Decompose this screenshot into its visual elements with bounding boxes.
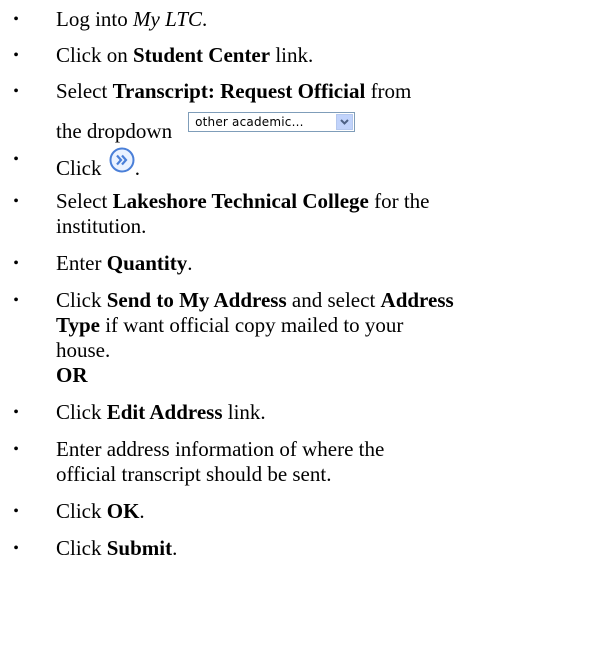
step-text: link.: [222, 400, 266, 424]
bullet: •: [13, 404, 19, 421]
bullet: •: [13, 540, 19, 557]
step-text: Select: [56, 189, 113, 213]
step-text: Log into: [56, 7, 133, 31]
step-bold: Lakeshore Technical College: [112, 189, 369, 213]
bullet: •: [13, 255, 19, 272]
step-text: Enter address information of where the: [56, 437, 385, 461]
step-bold: Edit Address: [106, 400, 223, 424]
bullet: •: [13, 47, 19, 64]
step-bold: Student Center: [133, 43, 271, 67]
step-text: Click on: [56, 43, 133, 67]
step-text: and select: [286, 288, 381, 312]
bullet: •: [13, 11, 19, 28]
step-select-college: • Select Lakeshore Technical College for…: [0, 189, 616, 239]
instructions-document: • Log into My LTC. • Click on Student Ce…: [0, 0, 616, 653]
step-text: Click: [56, 400, 107, 424]
step-enter-quantity: • Enter Quantity.: [0, 251, 616, 276]
step-select-transcript: • Select Transcript: Request Official fr…: [0, 79, 616, 145]
dropdown-value: other academic...: [195, 115, 304, 129]
bullet: •: [13, 193, 19, 210]
double-chevron-right-icon[interactable]: [109, 147, 135, 173]
step-text: Click: [56, 536, 107, 560]
chevron-down-icon: [340, 119, 349, 125]
step-text: Click: [56, 156, 107, 180]
step-text: .: [202, 7, 208, 31]
step-text: .: [172, 536, 178, 560]
step-text: the dropdown: [56, 119, 173, 143]
step-text: from: [365, 79, 412, 103]
step-text: Enter: [56, 251, 107, 275]
step-click-ok: • Click OK.: [0, 499, 616, 524]
step-edit-address: • Click Edit Address link.: [0, 400, 616, 425]
step-bold: OK: [106, 499, 140, 523]
step-text: institution.: [56, 214, 147, 238]
step-text: .: [134, 156, 140, 180]
bullet: •: [13, 441, 19, 458]
step-bold: Submit: [106, 536, 173, 560]
step-bold: Transcript: Request Official: [112, 79, 366, 103]
or-label: OR: [56, 363, 88, 387]
step-text: if want official copy mailed to your: [99, 313, 404, 337]
step-click-go: • Click .: [0, 147, 616, 181]
step-enter-address-info: • Enter address information of where the…: [0, 437, 616, 487]
step-text: official transcript should be sent.: [56, 462, 332, 486]
step-text: .: [139, 499, 145, 523]
other-academic-dropdown[interactable]: other academic...: [188, 112, 356, 132]
step-text: link.: [270, 43, 314, 67]
bullet: •: [13, 151, 19, 168]
step-text: .: [187, 251, 193, 275]
bullet: •: [13, 83, 19, 100]
steps-list: • Log into My LTC. • Click on Student Ce…: [0, 7, 616, 561]
bullet: •: [13, 292, 19, 309]
step-text: Click: [56, 288, 107, 312]
step-bold: Address: [380, 288, 454, 312]
step-click-submit: • Click Submit.: [0, 536, 616, 561]
step-send-to-address: • Click Send to My Address and select Ad…: [0, 288, 616, 388]
step-text: house.: [56, 338, 111, 362]
step-text: Select: [56, 79, 113, 103]
step-log-in: • Log into My LTC.: [0, 7, 616, 32]
step-student-center: • Click on Student Center link.: [0, 43, 616, 68]
dropdown-button[interactable]: [336, 114, 354, 130]
step-emphasis: My LTC: [133, 7, 203, 31]
step-bold: Quantity: [106, 251, 188, 275]
step-bold: Send to My Address: [106, 288, 287, 312]
step-text: for the: [368, 189, 430, 213]
bullet: •: [13, 503, 19, 520]
step-text: Click: [56, 499, 107, 523]
step-bold: Type: [56, 313, 100, 337]
